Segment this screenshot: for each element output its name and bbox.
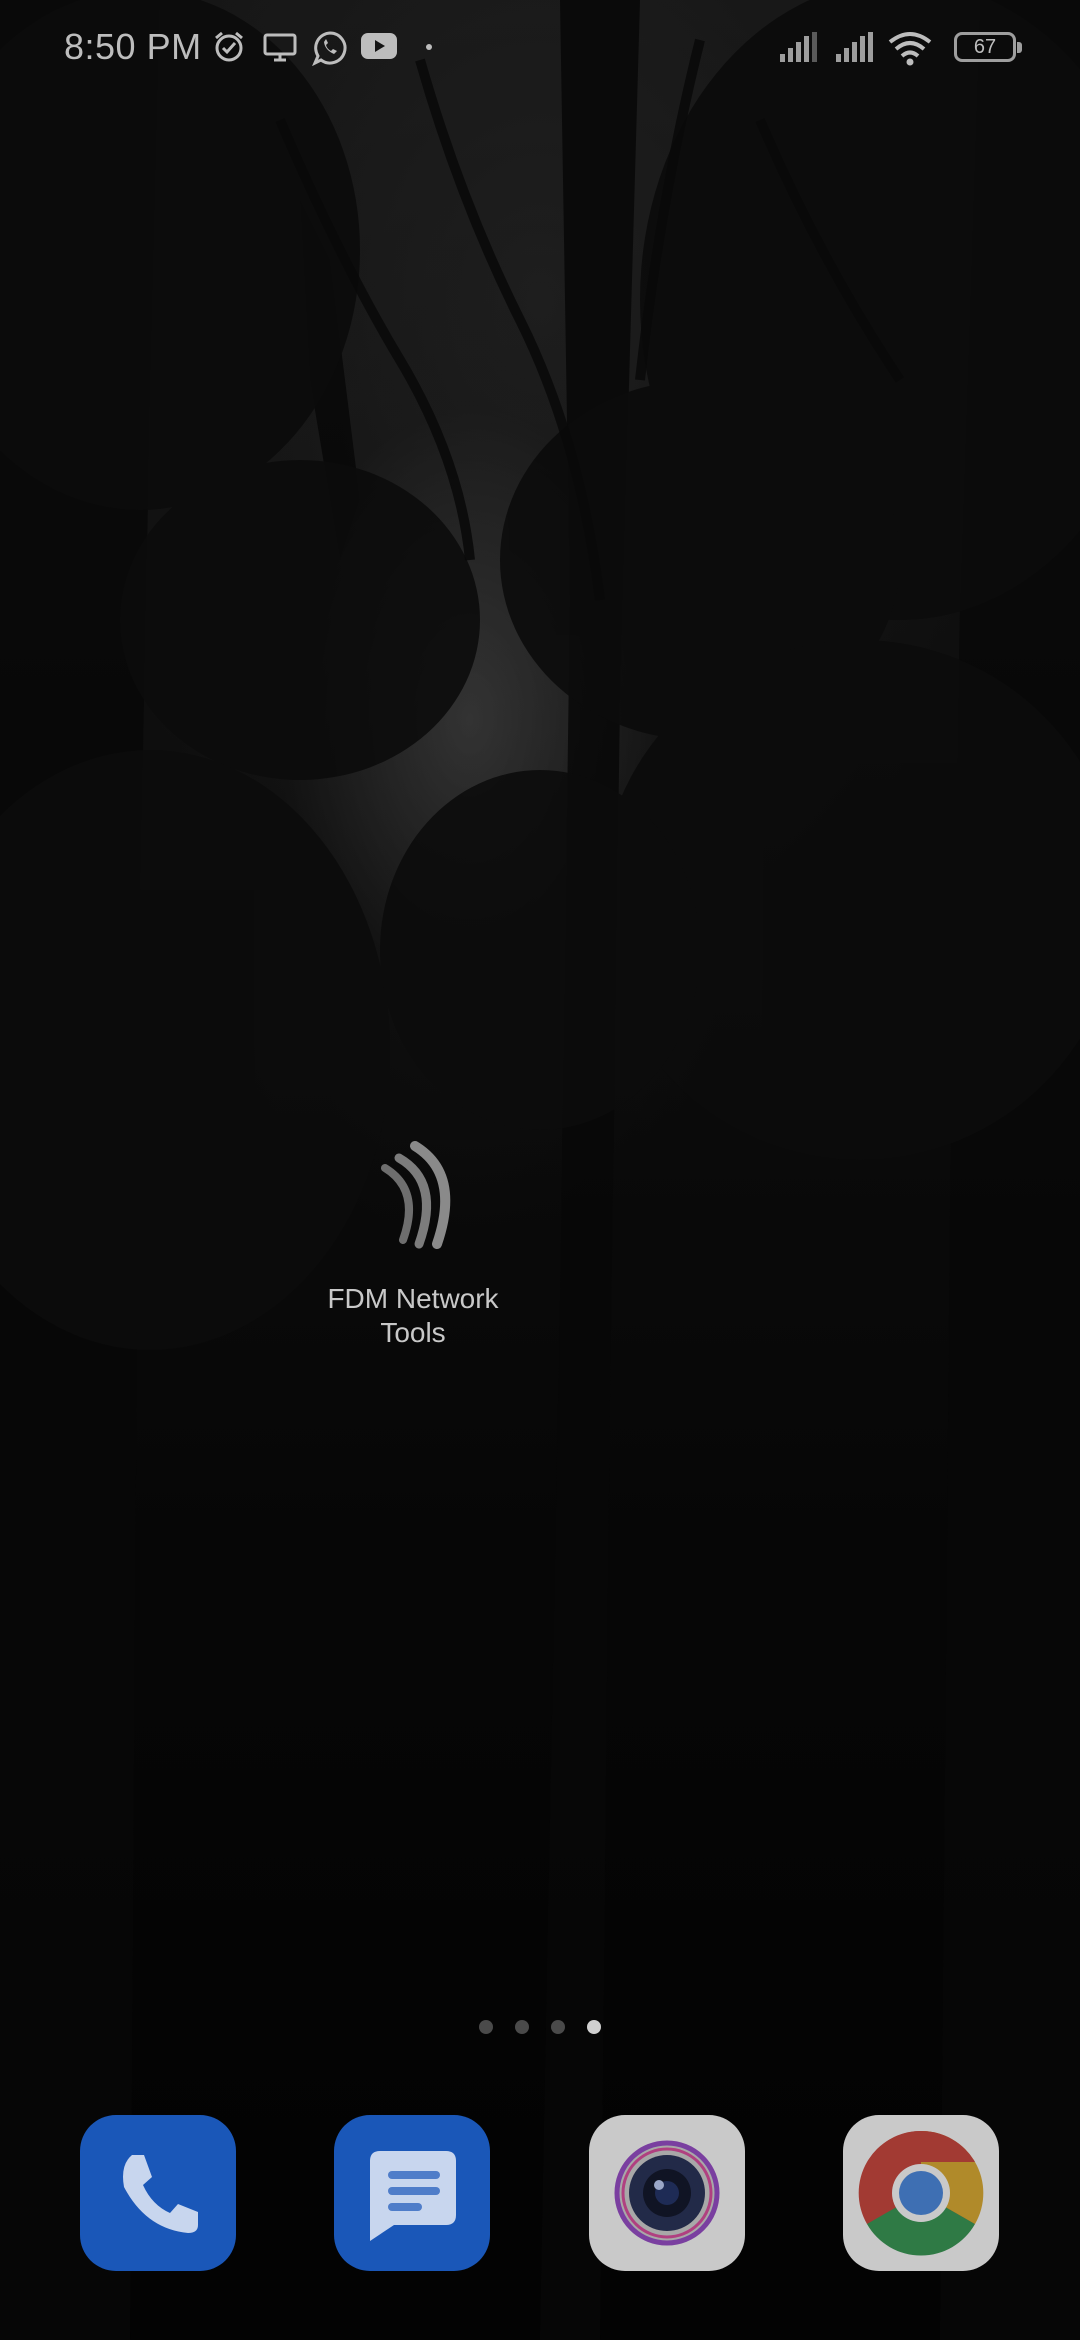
page-indicator (0, 2020, 1080, 2040)
page-dot[interactable] (479, 2020, 493, 2034)
dock-app-camera[interactable] (589, 2115, 745, 2271)
youtube-icon (361, 33, 397, 59)
cast-screen-icon (263, 33, 297, 62)
wallpaper (0, 0, 1080, 2340)
whatsapp-icon (312, 31, 347, 66)
dock (0, 2115, 1080, 2275)
wifi-icon (888, 32, 932, 66)
signal-sim1-icon (780, 32, 817, 62)
page-dot[interactable] (515, 2020, 529, 2034)
status-bar: 8:50 PM 67 (0, 0, 1080, 96)
page-dot-active[interactable] (587, 2020, 601, 2034)
messages-icon (370, 2151, 456, 2241)
chrome-icon (858, 2130, 984, 2256)
app-fdm-network-tools[interactable]: FDM Network Tools (318, 1120, 508, 1350)
page-dot[interactable] (551, 2020, 565, 2034)
phone-icon (123, 2155, 198, 2233)
app-label: FDM Network Tools (327, 1283, 499, 1348)
status-time: 8:50 PM (64, 26, 202, 67)
dock-app-messages[interactable] (334, 2115, 490, 2271)
fdm-network-tools-icon (381, 1141, 451, 1249)
home-screen: 8:50 PM 67 FDM Network Tools (0, 0, 1080, 2340)
battery-indicator: 67 (954, 32, 1022, 62)
dock-app-chrome[interactable] (843, 2115, 999, 2271)
alarm-icon (215, 31, 243, 62)
camera-icon (614, 2140, 720, 2246)
dock-app-phone[interactable] (80, 2115, 236, 2271)
more-dot-icon (426, 44, 432, 50)
signal-sim2-icon (836, 32, 873, 62)
battery-level: 67 (973, 36, 997, 58)
